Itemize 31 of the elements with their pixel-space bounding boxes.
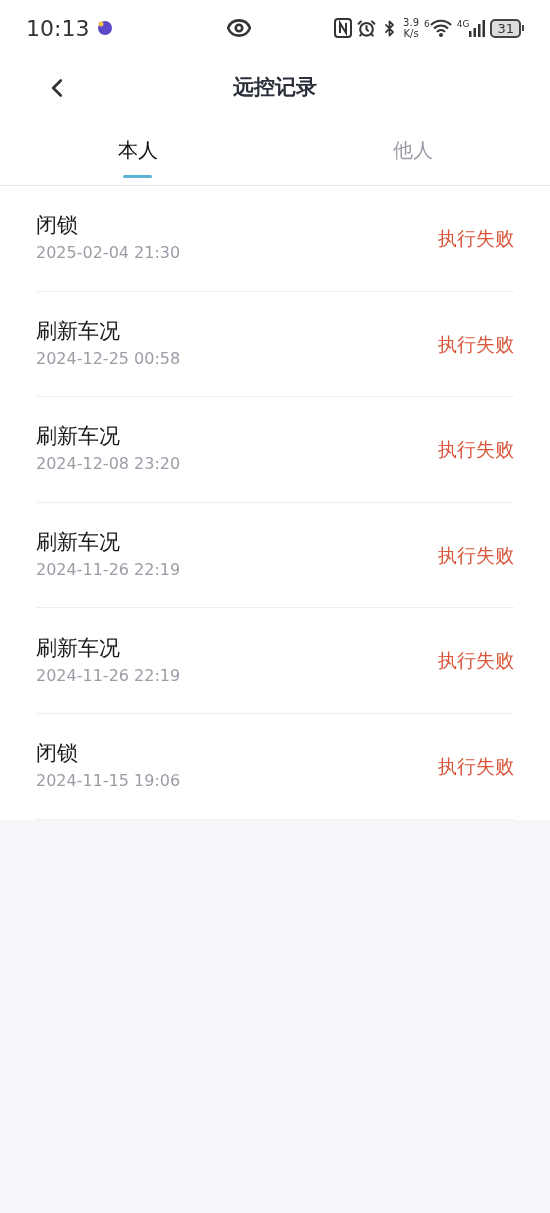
signal-icon bbox=[469, 19, 486, 37]
wifi-icon bbox=[429, 19, 452, 37]
net-speed: 3.9 bbox=[403, 17, 419, 28]
battery-level: 31 bbox=[490, 18, 521, 38]
record-status: 执行失败 bbox=[438, 542, 514, 568]
record-time: 2024-11-15 19:06 bbox=[36, 770, 181, 793]
record-time: 2024-11-26 22:19 bbox=[36, 559, 181, 582]
record-time: 2025-02-04 21:30 bbox=[36, 242, 181, 265]
record-status: 执行失败 bbox=[438, 437, 514, 463]
net-speed-unit: K/s bbox=[403, 28, 419, 39]
record-status: 执行失败 bbox=[438, 226, 514, 252]
record-action: 刷新车况 bbox=[36, 634, 121, 662]
wifi-label: 6 bbox=[424, 19, 430, 29]
record-action: 闭锁 bbox=[36, 212, 79, 240]
tab[interactable]: 本人 bbox=[0, 120, 275, 185]
record-action: 刷新车况 bbox=[36, 423, 121, 451]
app-notification-icon bbox=[97, 20, 114, 36]
record-time: 2024-12-25 00:58 bbox=[36, 347, 181, 370]
record-time: 2024-12-08 23:20 bbox=[36, 453, 181, 476]
page-title: 远控记录 bbox=[233, 74, 317, 102]
alarm-icon bbox=[357, 18, 377, 38]
record-action: 刷新车况 bbox=[36, 317, 121, 345]
record-status: 执行失败 bbox=[438, 331, 514, 357]
cell-label: 4G bbox=[456, 19, 470, 29]
record-action: 闭锁 bbox=[36, 740, 79, 768]
record-status: 执行失败 bbox=[438, 754, 514, 779]
record-action: 刷新车况 bbox=[36, 529, 121, 557]
record-status: 执行失败 bbox=[438, 648, 514, 674]
nfc-icon bbox=[334, 18, 353, 38]
clock-time: 10:13 bbox=[26, 14, 90, 43]
record-time: 2024-11-26 22:19 bbox=[36, 664, 181, 687]
